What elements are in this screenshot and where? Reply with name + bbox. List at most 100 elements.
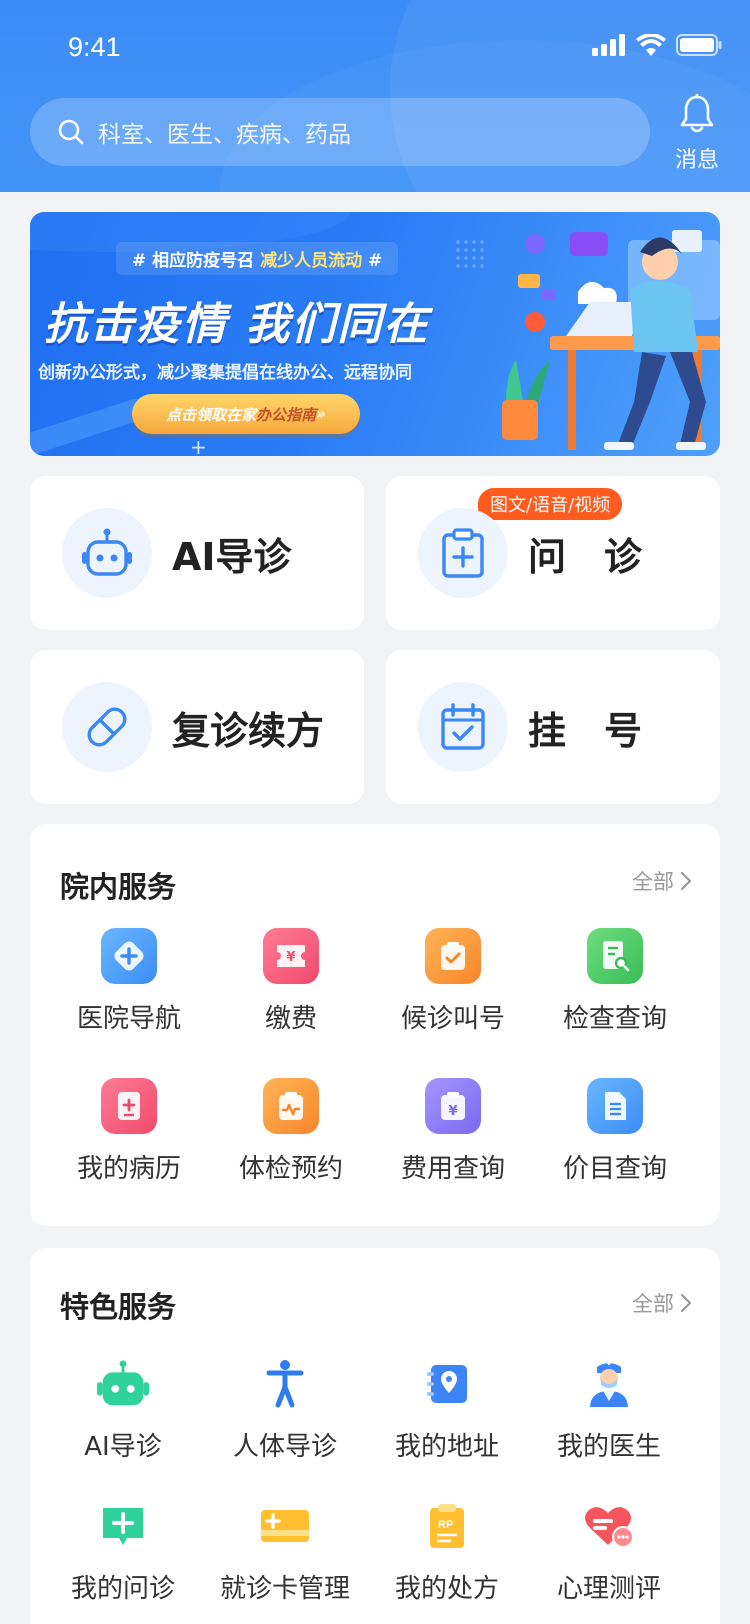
service-price-query[interactable]: 价目查询: [530, 1078, 700, 1185]
battery-icon: [676, 34, 722, 56]
search-icon: [58, 119, 84, 145]
hospital-services-card: 院内服务 全部 医院导航 ¥ 缴费 候诊叫号 检查查询 我的病历 体检预约 ¥ …: [30, 824, 720, 1226]
service-label: 我的地址: [394, 1432, 499, 1462]
service-checkup-booking[interactable]: 体检预约: [206, 1078, 376, 1185]
special-ai-triage[interactable]: AI导诊: [38, 1356, 208, 1463]
price-list-icon: [587, 1078, 643, 1134]
navigation-icon: [101, 928, 157, 984]
service-label: 就诊卡管理: [219, 1574, 350, 1604]
doctor-icon: [581, 1356, 637, 1412]
service-label: 我的处方: [394, 1574, 499, 1604]
quick-action-icon-wrap: [418, 682, 508, 772]
banner-cta-prefix: 点击领取在家: [166, 405, 257, 424]
service-label: 候诊叫号: [400, 1004, 505, 1034]
service-queue-call[interactable]: 候诊叫号: [368, 928, 538, 1035]
banner-tag-highlight: 减少人员流动: [260, 251, 363, 271]
quick-action-ai-triage[interactable]: AI导诊: [30, 476, 364, 630]
quick-action-icon-wrap: [418, 508, 508, 598]
svg-text:¥: ¥: [286, 950, 295, 965]
quick-action-label: AI导诊: [172, 534, 292, 579]
service-label: 医院导航: [76, 1004, 181, 1034]
service-fee-query[interactable]: ¥ 费用查询: [368, 1078, 538, 1185]
special-my-consult[interactable]: 我的问诊: [38, 1498, 208, 1605]
report-search-icon: [587, 928, 643, 984]
quick-action-register[interactable]: 挂 号: [386, 650, 720, 804]
signal-icon: [592, 34, 625, 56]
quick-action-label: 挂 号: [528, 708, 643, 753]
service-label: 我的病历: [76, 1154, 181, 1184]
chevron-right-icon: [680, 1293, 692, 1313]
search-input[interactable]: 科室、医生、疾病、药品: [30, 98, 650, 166]
human-body-icon: [257, 1356, 313, 1412]
robot-icon: [82, 528, 132, 576]
quick-action-consult[interactable]: 图文/语音/视频 问 诊: [386, 476, 720, 630]
service-label: 体检预约: [238, 1154, 343, 1184]
svg-text:RP: RP: [438, 1519, 453, 1531]
medical-card-icon: [257, 1498, 313, 1554]
svg-text:¥: ¥: [448, 1104, 457, 1119]
quick-action-label: 复诊续方: [172, 708, 325, 753]
calendar-check-icon: [441, 703, 485, 750]
status-icons: [592, 34, 722, 56]
service-medical-record[interactable]: 我的病历: [44, 1078, 214, 1185]
medical-record-icon: [101, 1078, 157, 1134]
banner-subtitle: 创新办公形式，减少聚集提倡在线办公、远程协同: [38, 363, 412, 383]
special-my-address[interactable]: 我的地址: [362, 1356, 532, 1463]
prescription-icon: RP: [419, 1498, 475, 1554]
special-card-management[interactable]: 就诊卡管理: [200, 1498, 370, 1605]
address-icon: [419, 1356, 475, 1412]
service-label: AI导诊: [84, 1432, 162, 1462]
message-button[interactable]: 消息: [668, 93, 726, 174]
see-all-label: 全部: [632, 870, 674, 894]
banner-title: 抗击疫情 我们同在: [44, 299, 430, 350]
service-label: 人体导诊: [232, 1432, 337, 1462]
see-all-link[interactable]: 全部: [632, 1288, 692, 1318]
pill-icon: [87, 707, 127, 747]
service-label: 价目查询: [562, 1154, 667, 1184]
banner-tag-prefix: # 相应防疫号召: [132, 251, 261, 271]
payment-ticket-icon: ¥: [263, 928, 319, 984]
bell-icon: [680, 93, 714, 133]
promo-banner[interactable]: + # 相应防疫号召 减少人员流动 # 抗击疫情 我们同在 创新办公形式，减少聚…: [30, 212, 720, 456]
consult-chat-icon: [95, 1498, 151, 1554]
service-label: 缴费: [264, 1004, 317, 1034]
quick-action-icon-wrap: [62, 682, 152, 772]
fee-query-icon: ¥: [425, 1078, 481, 1134]
special-body-triage[interactable]: 人体导诊: [200, 1356, 370, 1463]
message-label: 消息: [674, 148, 719, 173]
service-hospital-navigation[interactable]: 医院导航: [44, 928, 214, 1035]
checkup-icon: [263, 1078, 319, 1134]
service-payment[interactable]: ¥ 缴费: [206, 928, 376, 1035]
service-label: 我的医生: [556, 1432, 661, 1462]
service-exam-query[interactable]: 检查查询: [530, 928, 700, 1035]
see-all-label: 全部: [632, 1292, 674, 1316]
service-label: 检查查询: [562, 1004, 667, 1034]
special-my-doctor[interactable]: 我的医生: [524, 1356, 694, 1463]
section-title: 特色服务: [60, 1290, 177, 1324]
banner-cta-button[interactable]: 点击领取在家 办公指南 »: [132, 394, 360, 434]
see-all-link[interactable]: 全部: [632, 866, 692, 896]
chevron-right-icon: [680, 871, 692, 891]
service-label: 我的问诊: [70, 1574, 175, 1604]
svg-text:+: +: [190, 435, 207, 456]
robot-icon: [95, 1356, 151, 1412]
clipboard-plus-icon: [442, 528, 484, 578]
special-my-prescription[interactable]: RP 我的处方: [362, 1498, 532, 1605]
service-label: 心理测评: [556, 1574, 661, 1604]
queue-icon: [425, 928, 481, 984]
search-placeholder: 科室、医生、疾病、药品: [98, 122, 351, 148]
banner-tag-suffix: #: [362, 251, 383, 271]
special-services-card: 特色服务 全部 AI导诊 人体导诊 我的地址 我的医生 我的问诊 就诊卡管理 R…: [30, 1248, 720, 1624]
banner-tag: # 相应防疫号召 减少人员流动 #: [116, 242, 399, 275]
quick-action-label: 问 诊: [528, 534, 643, 579]
banner-cta-suffix: »: [316, 405, 326, 423]
service-label: 费用查询: [400, 1154, 505, 1184]
quick-action-icon-wrap: [62, 508, 152, 598]
wifi-icon: [636, 34, 666, 56]
special-psych-assessment[interactable]: 心理测评: [524, 1498, 694, 1605]
section-title: 院内服务: [60, 870, 177, 904]
heart-chat-icon: [581, 1498, 637, 1554]
quick-action-refill[interactable]: 复诊续方: [30, 650, 364, 804]
status-time: 9:41: [68, 32, 121, 62]
banner-cta-highlight: 办公指南: [256, 405, 317, 424]
